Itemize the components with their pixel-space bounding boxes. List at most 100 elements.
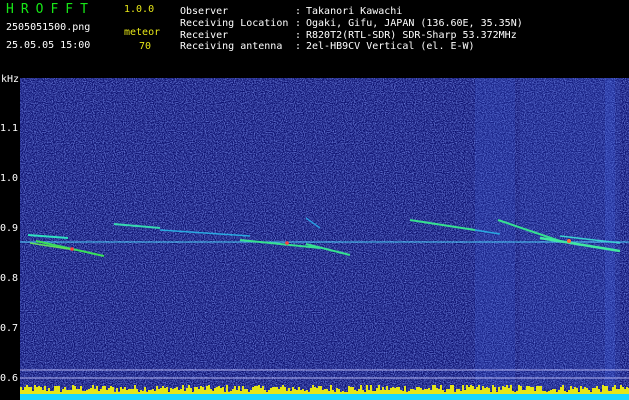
noise-level-segment	[60, 392, 62, 394]
noise-level-segment	[92, 385, 94, 394]
noise-level-segment	[318, 386, 320, 394]
noise-level-segment	[622, 387, 624, 394]
noise-level-segment	[202, 387, 204, 394]
noise-level-segment	[330, 385, 332, 394]
y-tick-0.8: 0.8	[0, 273, 19, 284]
noise-level-segment	[134, 385, 136, 394]
noise-level-segment	[380, 390, 382, 394]
antenna-value: 2el-HB9CV Vertical (el. E-W)	[306, 41, 475, 52]
noise-level-segment	[54, 386, 56, 394]
noise-band	[605, 78, 615, 388]
noise-level-segment	[102, 386, 104, 394]
observer-colon: :	[295, 6, 302, 17]
noise-level-segment	[500, 390, 502, 394]
noise-level-segment	[472, 386, 474, 394]
noise-level-segment	[404, 386, 406, 394]
noise-level-segment	[232, 389, 234, 394]
noise-level-segment	[298, 387, 300, 394]
noise-level-segment	[98, 391, 100, 394]
noise-level-segment	[182, 385, 184, 394]
noise-level-segment	[442, 390, 444, 394]
file-name: 2505051500.png	[6, 22, 91, 33]
noise-level-segment	[546, 392, 548, 394]
y-axis-unit: kHz	[1, 74, 20, 85]
noise-level-segment	[180, 389, 182, 394]
noise-level-segment	[368, 390, 370, 394]
noise-level-segment	[608, 391, 610, 394]
noise-level-segment	[228, 392, 230, 394]
noise-level-segment	[240, 391, 242, 394]
noise-level-segment	[388, 390, 390, 394]
noise-level-segment	[614, 385, 616, 394]
noise-level-segment	[96, 386, 98, 394]
noise-level-segment	[274, 387, 276, 394]
noise-level-segment	[334, 392, 336, 394]
noise-level-segment	[490, 392, 492, 394]
noise-level-segment	[476, 387, 478, 394]
noise-level-segment	[548, 391, 550, 394]
noise-level-segment	[218, 386, 220, 394]
noise-level-segment	[554, 389, 556, 394]
noise-level-segment	[408, 391, 410, 394]
noise-level-segment	[466, 385, 468, 394]
antenna-colon: :	[295, 41, 302, 52]
noise-level-segment	[452, 385, 454, 394]
noise-level-segment	[226, 385, 228, 394]
noise-level-segment	[66, 390, 68, 394]
noise-level-segment	[148, 390, 150, 394]
noise-level-segment	[86, 390, 88, 394]
noise-level-segment	[570, 386, 572, 394]
noise-level-segment	[358, 389, 360, 394]
noise-level-segment	[306, 390, 308, 394]
noise-level-segment	[384, 390, 386, 394]
noise-level-segment	[346, 392, 348, 394]
noise-level-segment	[416, 387, 418, 394]
noise-level-segment	[534, 391, 536, 394]
noise-level-segment	[296, 390, 298, 394]
noise-level-segment	[118, 392, 120, 394]
noise-level-segment	[436, 388, 438, 394]
noise-level-segment	[294, 389, 296, 394]
noise-level-segment	[506, 385, 508, 394]
noise-level-segment	[186, 388, 188, 394]
noise-level-segment	[332, 390, 334, 394]
noise-level-segment	[604, 386, 606, 394]
location-label: Receiving Location	[180, 18, 289, 29]
noise-level-segment	[268, 390, 270, 394]
noise-level-segment	[62, 389, 64, 394]
noise-level-segment	[526, 386, 528, 394]
noise-level-segment	[84, 391, 86, 394]
noise-level-segment	[314, 387, 316, 394]
noise-level-segment	[22, 390, 24, 394]
noise-level-segment	[158, 389, 160, 394]
noise-level-segment	[382, 387, 384, 394]
noise-level-segment	[428, 388, 430, 394]
noise-level-segment	[518, 385, 520, 394]
noise-level-segment	[100, 389, 102, 394]
noise-level-segment	[20, 387, 22, 394]
noise-level-segment	[414, 390, 416, 394]
noise-level-segment	[446, 389, 448, 394]
antenna-label: Receiving antenna	[180, 41, 283, 52]
noise-level-segment	[200, 386, 202, 394]
app-version: 1.0.0	[124, 4, 155, 15]
noise-level-segment	[168, 392, 170, 394]
noise-level-segment	[606, 386, 608, 394]
noise-level-segment	[300, 390, 302, 394]
y-tick-0.6: 0.6	[0, 373, 19, 384]
noise-level-segment	[304, 391, 306, 394]
noise-level-segment	[320, 386, 322, 394]
noise-level-segment	[522, 390, 524, 394]
noise-level-segment	[146, 392, 148, 394]
noise-level-segment	[30, 387, 32, 394]
noise-level-segment	[344, 392, 346, 394]
noise-level-segment	[58, 386, 60, 394]
noise-level-segment	[620, 385, 622, 394]
noise-level-segment	[52, 391, 54, 394]
noise-level-segment	[596, 386, 598, 394]
location-value: Ogaki, Gifu, JAPAN (136.60E, 35.35N)	[306, 18, 523, 29]
noise-level-segment	[236, 390, 238, 394]
noise-level-segment	[376, 388, 378, 394]
noise-level-segment	[394, 388, 396, 394]
noise-level-segment	[552, 389, 554, 394]
